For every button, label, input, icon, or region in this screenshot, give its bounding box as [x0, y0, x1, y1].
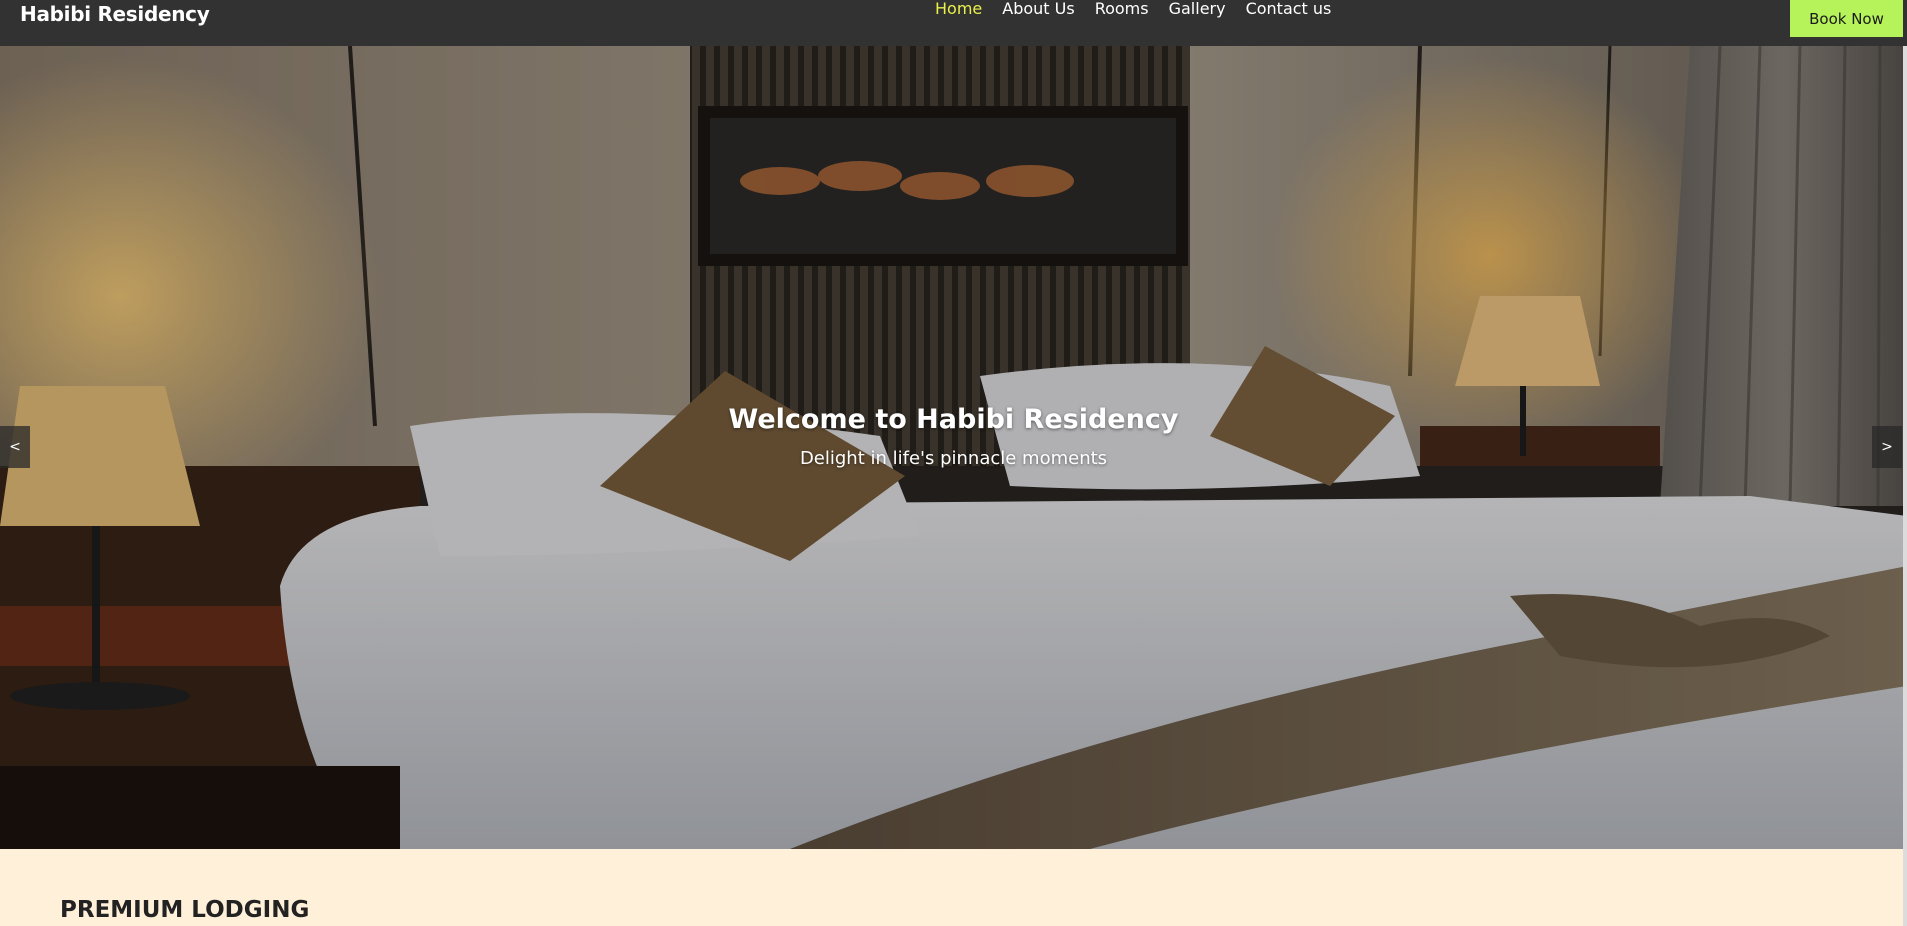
nav-contact-link[interactable]: Contact us	[1246, 0, 1332, 18]
top-navbar: Habibi Residency Home About Us Rooms Gal…	[0, 0, 1907, 46]
nav-about-link[interactable]: About Us	[1002, 0, 1074, 18]
book-now-button[interactable]: Book Now	[1790, 0, 1903, 37]
premium-lodging-section: PREMIUM LODGING	[0, 849, 1907, 926]
hero-title: Welcome to Habibi Residency	[728, 404, 1179, 435]
page-scrollbar[interactable]	[1903, 46, 1907, 926]
carousel-prev-button[interactable]: <	[0, 426, 30, 468]
nav-home-link[interactable]: Home	[935, 0, 982, 18]
nav-rooms-link[interactable]: Rooms	[1095, 0, 1149, 18]
carousel-next-button[interactable]: >	[1872, 426, 1902, 468]
hero-carousel: Welcome to Habibi Residency Delight in l…	[0, 46, 1907, 849]
nav-gallery-link[interactable]: Gallery	[1169, 0, 1226, 18]
nav-menu: Home About Us Rooms Gallery Contact us	[935, 0, 1351, 18]
hero-subtitle: Delight in life's pinnacle moments	[799, 448, 1108, 469]
brand-logo-text[interactable]: Habibi Residency	[20, 2, 210, 26]
section-heading: PREMIUM LODGING	[60, 897, 310, 923]
